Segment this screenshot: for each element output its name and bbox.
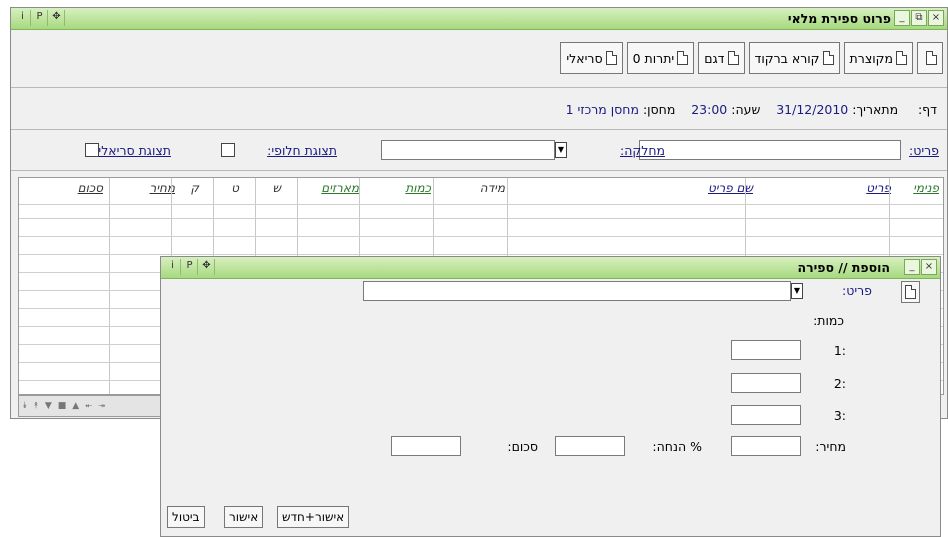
close-button[interactable]: × [928,10,944,26]
info-line: דף: מתאריך: 31/12/2010 שעה: 23:00 מחסן: … [566,102,937,117]
total-label: סכום: [507,439,538,454]
grid-row[interactable] [19,218,943,219]
item-label: פריט: [842,283,872,298]
discount-input[interactable] [555,436,625,456]
zero-balances-button[interactable]: יתרות 0 [626,42,695,74]
minimize-button[interactable]: _ [904,259,920,275]
from-date-value: 31/12/2010 [776,102,849,117]
minimize-button[interactable]: _ [894,10,910,26]
serial-display-checkbox[interactable] [85,143,99,157]
quantity-3-input[interactable] [731,405,801,425]
document-icon [926,51,937,65]
first-record-icon[interactable]: ⯮ [98,401,105,411]
item-dropdown-icon[interactable]: ▼ [791,283,803,299]
divider [11,87,947,88]
page-label: דף: [917,102,937,117]
compact-button[interactable]: מקוצרת [843,42,913,74]
barcode-reader-button[interactable]: קורא ברקוד [748,42,840,74]
quantity-2-label: :2 [833,376,846,391]
cancel-button[interactable]: ביטול [167,506,205,528]
quantity-1-label: :1 [833,343,846,358]
department-label[interactable]: מחלקה: [620,143,665,158]
divider [11,170,947,171]
warehouse-value: מחסן מרכזי 1 [565,102,639,117]
quantity-2-input[interactable] [731,373,801,393]
last-record-icon[interactable]: ⯯ [22,401,27,411]
add-count-dialog: i P ✥ הוספת // ספירה _ × פריט: ▼ כמות: :… [160,256,941,537]
restore-button[interactable]: ⧉ [911,10,927,26]
alt-display-label[interactable]: תצוגת חלופי: [267,143,337,158]
item-input[interactable] [363,281,791,301]
quantity-3-label: :3 [833,408,846,423]
dialog-title: הוספת // ספירה [797,260,890,275]
document-icon [727,51,739,65]
grid-row[interactable] [19,204,943,205]
item-filter-label[interactable]: פריט: [909,143,939,158]
grid-row[interactable] [19,236,943,237]
time-label: שעה: [731,102,761,117]
info-icon[interactable]: i [15,10,31,26]
serial-display-label[interactable]: תצוגת סריאלי: [94,143,171,158]
item-filter-input[interactable] [639,140,901,160]
serial-label: סריאלי [566,50,603,66]
grid-row[interactable] [19,254,943,255]
compact-label: מקוצרת [849,50,893,66]
price-input[interactable] [731,436,801,456]
document-icon [605,51,617,65]
new-doc-button[interactable] [917,42,943,74]
move-icon[interactable]: ✥ [199,259,215,275]
total-input[interactable] [391,436,461,456]
main-titlebar[interactable]: i P ✥ פרוט ספירת מלאי _ ⧉ × [11,8,947,30]
stop-icon[interactable]: ■ [58,401,67,411]
next-page-icon[interactable]: ⯭ [33,401,38,411]
document-icon [905,285,916,299]
grid-navigation: ⯯ ⯭ ▼ ■ ▲ ⯬ ⯮ [18,395,170,417]
divider [11,129,947,130]
print-icon[interactable]: P [32,10,48,26]
next-record-icon[interactable]: ▼ [45,401,52,411]
quantity-label: כמות: [813,313,844,328]
prev-page-icon[interactable]: ⯬ [85,401,92,411]
dialog-titlebar[interactable]: i P ✥ הוספת // ספירה _ × [161,257,940,279]
document-icon [677,51,689,65]
warehouse-label: מחסן: [642,102,676,117]
window-title: פרוט ספירת מלאי [787,11,891,26]
confirm-new-button[interactable]: אישור+חדש [277,506,350,528]
discount-label: % הנחה: [652,439,702,454]
from-date-label: מתאריך: [852,102,899,117]
balances-label: יתרות 0 [632,50,675,66]
serial-button[interactable]: סריאלי [560,42,623,74]
info-icon[interactable]: i [165,259,181,275]
time-value: 23:00 [691,102,728,117]
department-dropdown-icon[interactable]: ▼ [555,142,567,158]
close-button[interactable]: × [921,259,937,275]
move-icon[interactable]: ✥ [49,10,65,26]
item-lookup-button[interactable] [901,281,920,303]
quantity-1-input[interactable] [731,340,801,360]
toolbar: מקוצרת קורא ברקוד דגם יתרות 0 סריאלי [556,42,943,74]
prev-record-icon[interactable]: ▲ [72,401,79,411]
print-icon[interactable]: P [182,259,198,275]
document-icon [896,51,907,65]
document-icon [822,51,834,65]
confirm-button[interactable]: אישור [224,506,264,528]
sample-button[interactable]: דגם [698,42,745,74]
price-label: מחיר: [815,439,846,454]
sample-label: דגם [704,50,725,66]
barcode-label: קורא ברקוד [754,50,820,66]
alt-display-checkbox[interactable] [221,143,235,157]
department-input[interactable] [381,140,555,160]
